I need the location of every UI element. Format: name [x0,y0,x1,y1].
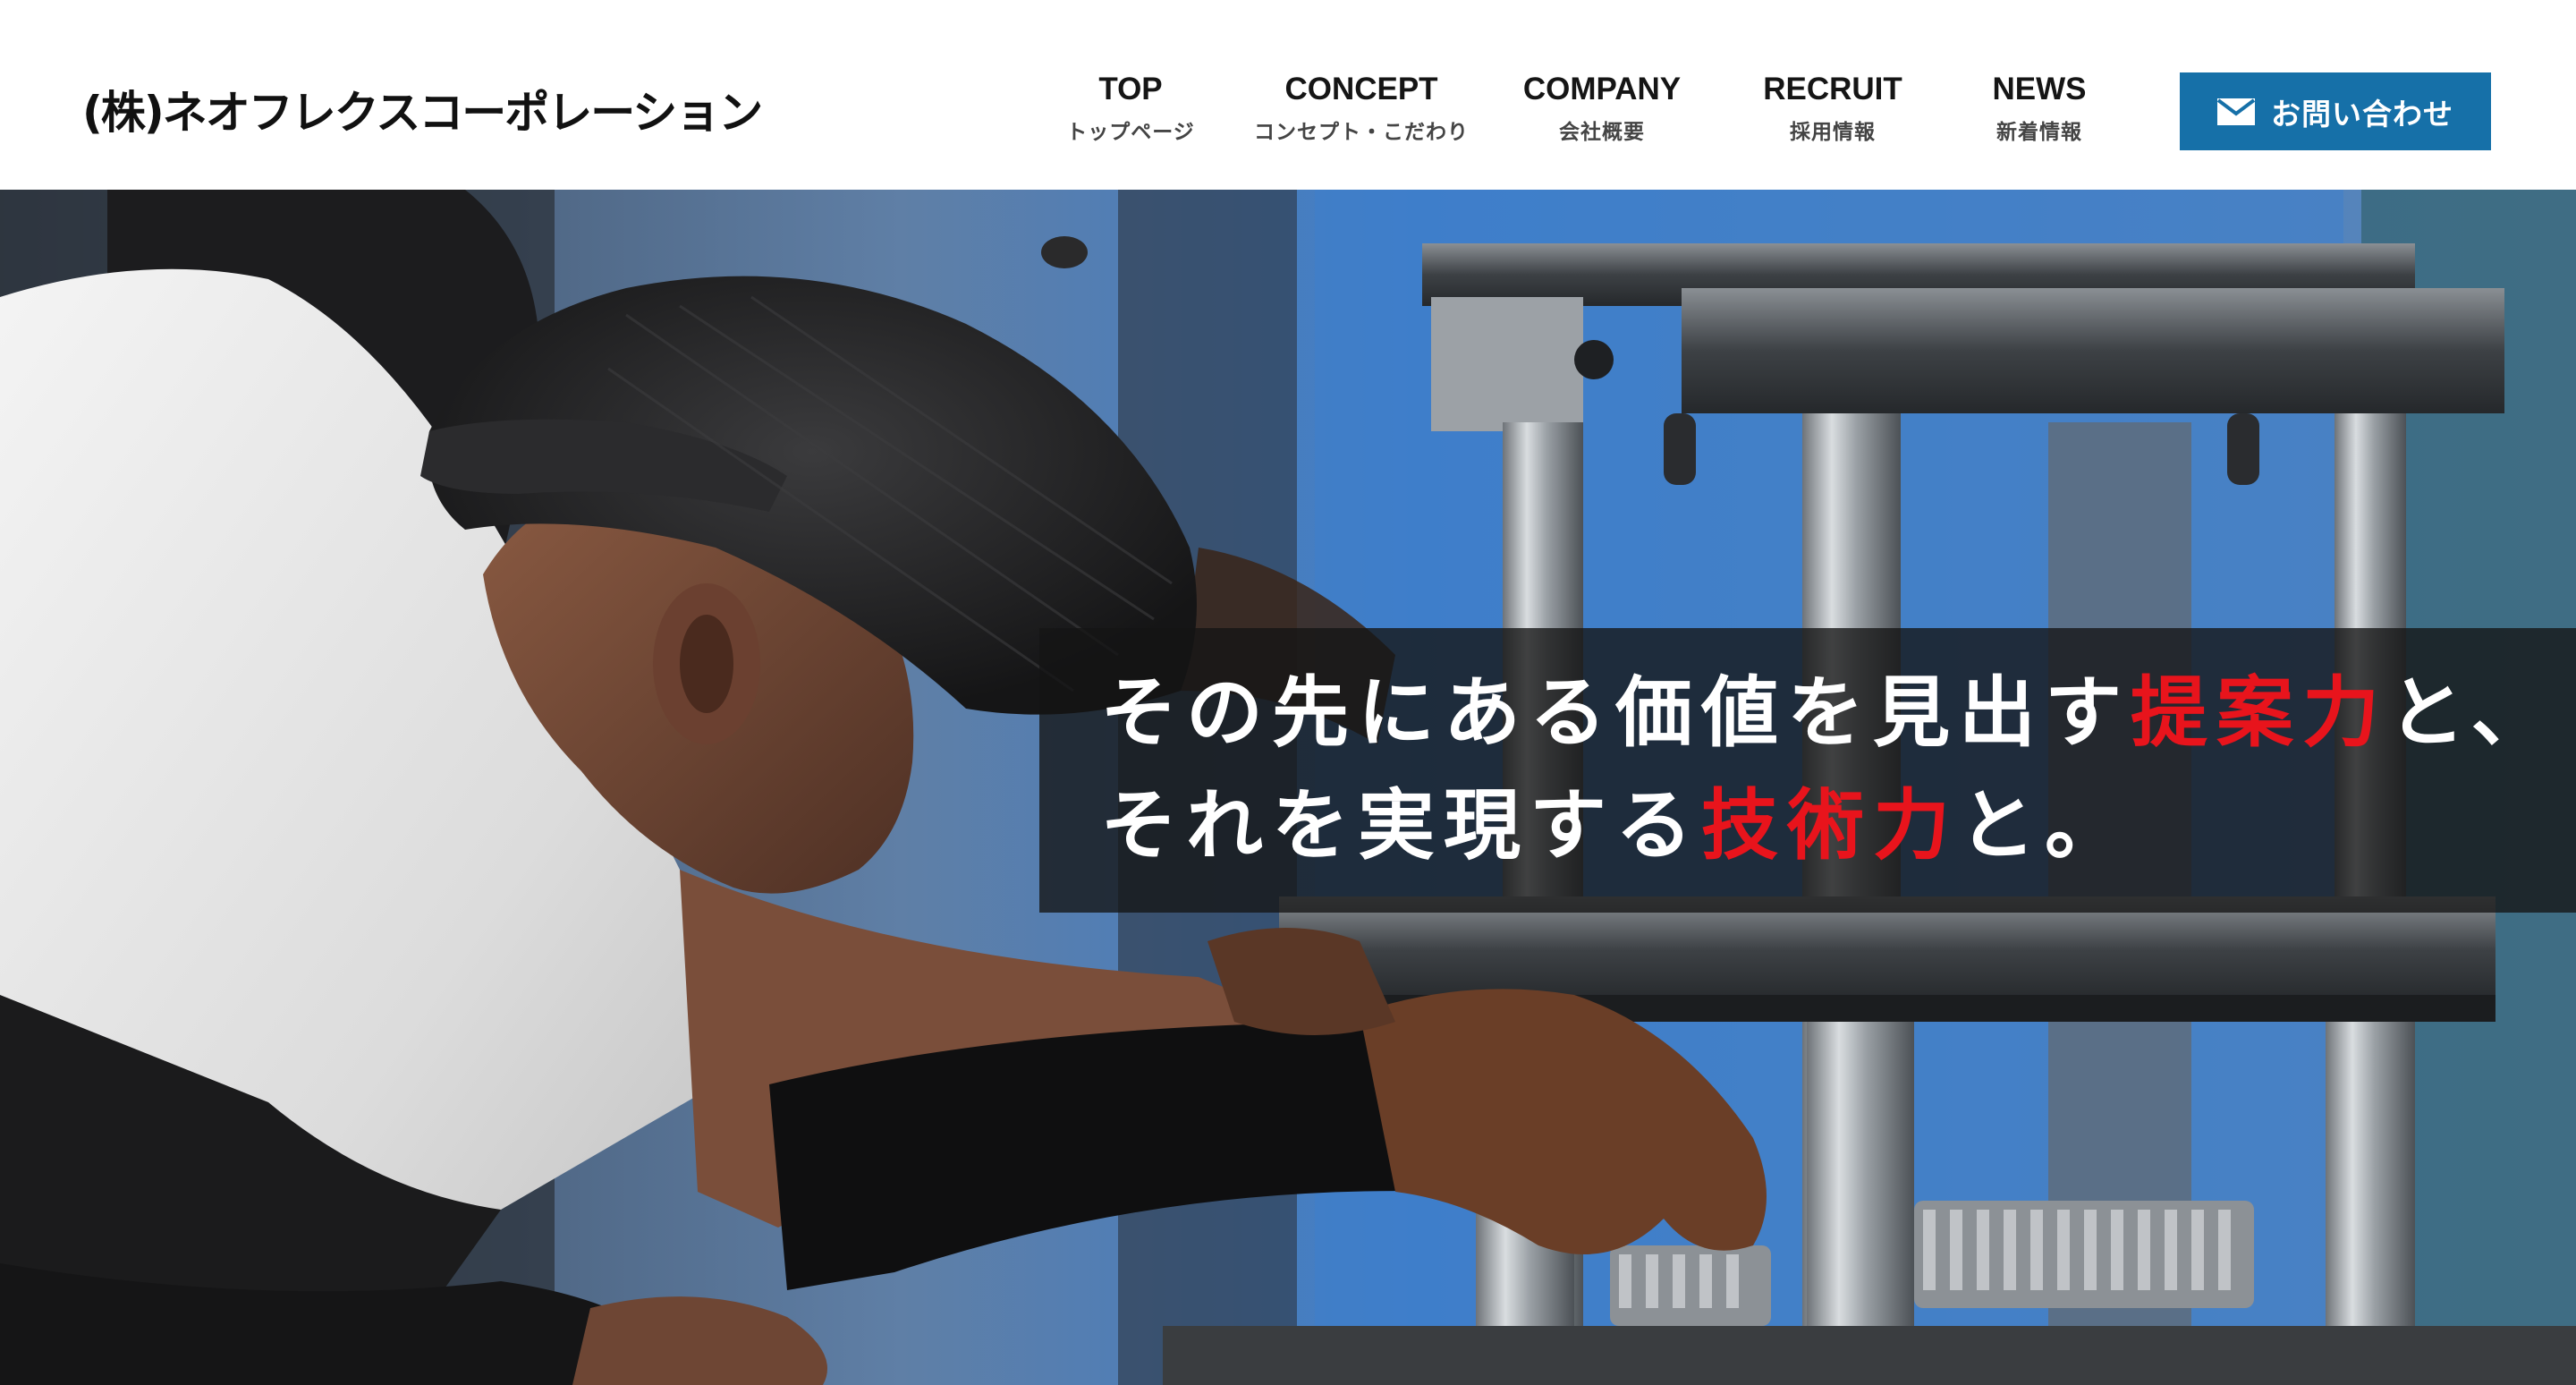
nav-item-ja-label: 会社概要 [1559,121,1645,144]
hero-catchphrase: その先にある価値を見出す提案力と、 それを実現する技術力と。 [1039,628,2576,913]
catchphrase-accent-proposal: 提案力 [2131,668,2388,758]
nav-item-en-label: NEWS [1992,72,2087,106]
nav-item-top[interactable]: TOP トップページ [1066,66,1195,152]
nav-item-concept[interactable]: CONCEPT コンセプト・こだわり [1254,66,1469,152]
contact-button[interactable]: お問い合わせ [2180,72,2491,150]
site-header: (株)ネオフレクスコーポレーション TOP トップページ CONCEPT コンセ… [0,0,2576,190]
hero-section: その先にある価値を見出す提案力と、 それを実現する技術力と。 [0,190,2576,1385]
mail-icon [2217,98,2255,125]
contact-button-label: お問い合わせ [2271,96,2453,132]
nav-item-news[interactable]: NEWS 新着情報 [1993,66,2087,152]
nav-item-company[interactable]: COMPANY 会社概要 [1523,66,1681,152]
nav-item-en-label: CONCEPT [1284,72,1438,106]
catchphrase-line-1: その先にある価値を見出す提案力と、 [1100,664,2557,762]
nav-item-en-label: RECRUIT [1763,72,1902,106]
catchphrase-line-2: それを実現する技術力と。 [1100,777,2131,875]
nav-item-ja-label: トップページ [1066,121,1195,144]
catchphrase-text: と。 [1959,781,2131,871]
nav-item-ja-label: コンセプト・こだわり [1254,121,1469,144]
nav-item-en-label: COMPANY [1522,72,1682,106]
nav-item-en-label: TOP [1098,72,1163,106]
catchphrase-text: と、 [2388,668,2557,758]
catchphrase-text: それを実現する [1100,781,1701,871]
nav-item-recruit[interactable]: RECRUIT 採用情報 [1763,66,1902,152]
nav-item-ja-label: 採用情報 [1790,121,1876,144]
catchphrase-text: その先にある価値を見出す [1100,668,2131,758]
catchphrase-accent-technology: 技術力 [1701,781,1959,871]
nav-item-ja-label: 新着情報 [1996,121,2082,144]
